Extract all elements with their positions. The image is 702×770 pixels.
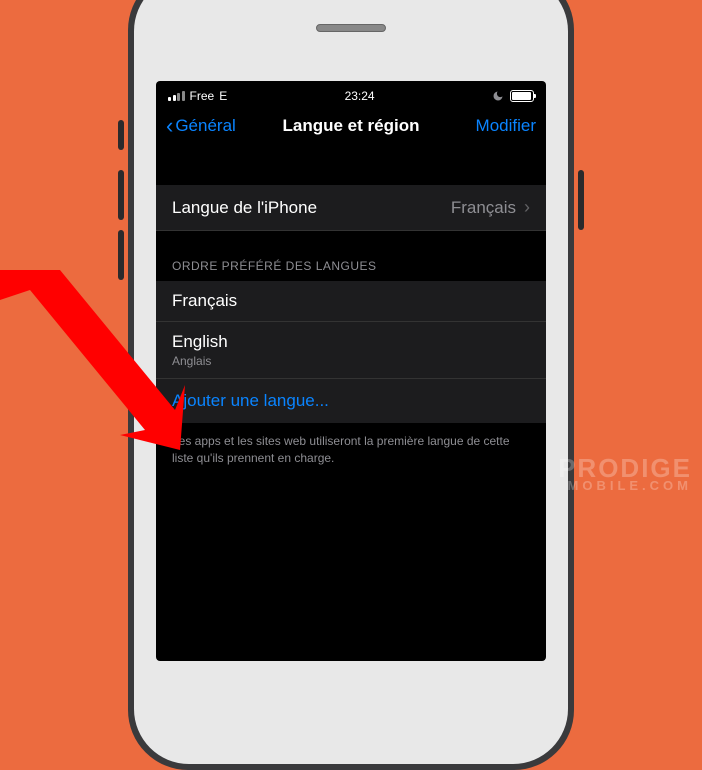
mute-switch	[118, 120, 124, 150]
clock: 23:24	[345, 89, 375, 103]
status-left: Free E	[168, 89, 227, 103]
chevron-left-icon: ‹	[166, 115, 173, 137]
page-title: Langue et région	[283, 116, 420, 136]
phone-language-row[interactable]: Langue de l'iPhone Français ›	[156, 185, 546, 231]
power-button	[578, 170, 584, 230]
screen: Free E 23:24 ‹ Général L	[156, 81, 546, 661]
volume-down-button	[118, 230, 124, 280]
spacer	[156, 149, 546, 185]
language-name: English	[172, 332, 530, 352]
back-label: Général	[175, 116, 235, 136]
language-row[interactable]: English Anglais	[156, 322, 546, 379]
watermark: PRODIGE MOBILE.COM	[558, 455, 692, 492]
phone-frame: Free E 23:24 ‹ Général L	[128, 0, 574, 770]
language-name: Français	[172, 291, 530, 311]
signal-icon	[168, 91, 185, 101]
volume-up-button	[118, 170, 124, 220]
footer-text: Les apps et les sites web utiliseront la…	[156, 423, 546, 477]
battery-icon	[510, 90, 534, 102]
speaker-grille	[316, 24, 386, 32]
network-label: E	[219, 89, 227, 103]
phone-language-value: Français ›	[451, 197, 530, 218]
carrier-label: Free	[190, 89, 215, 103]
watermark-domain: MOBILE.COM	[558, 479, 692, 492]
nav-bar: ‹ Général Langue et région Modifier	[156, 107, 546, 149]
phone-language-label: Langue de l'iPhone	[172, 198, 317, 218]
status-right	[492, 90, 534, 102]
status-bar: Free E 23:24	[156, 81, 546, 107]
section-header: ORDRE PRÉFÉRÉ DES LANGUES	[156, 231, 546, 281]
back-button[interactable]: ‹ Général	[166, 115, 236, 137]
dnd-moon-icon	[492, 90, 504, 102]
language-subtitle: Anglais	[172, 354, 530, 368]
edit-button[interactable]: Modifier	[476, 116, 536, 136]
add-language-button[interactable]: Ajouter une langue...	[156, 379, 546, 423]
watermark-brand: PRODIGE	[558, 455, 692, 481]
phone-bezel: Free E 23:24 ‹ Général L	[134, 0, 568, 764]
language-row[interactable]: Français	[156, 281, 546, 322]
chevron-right-icon: ›	[524, 197, 530, 218]
